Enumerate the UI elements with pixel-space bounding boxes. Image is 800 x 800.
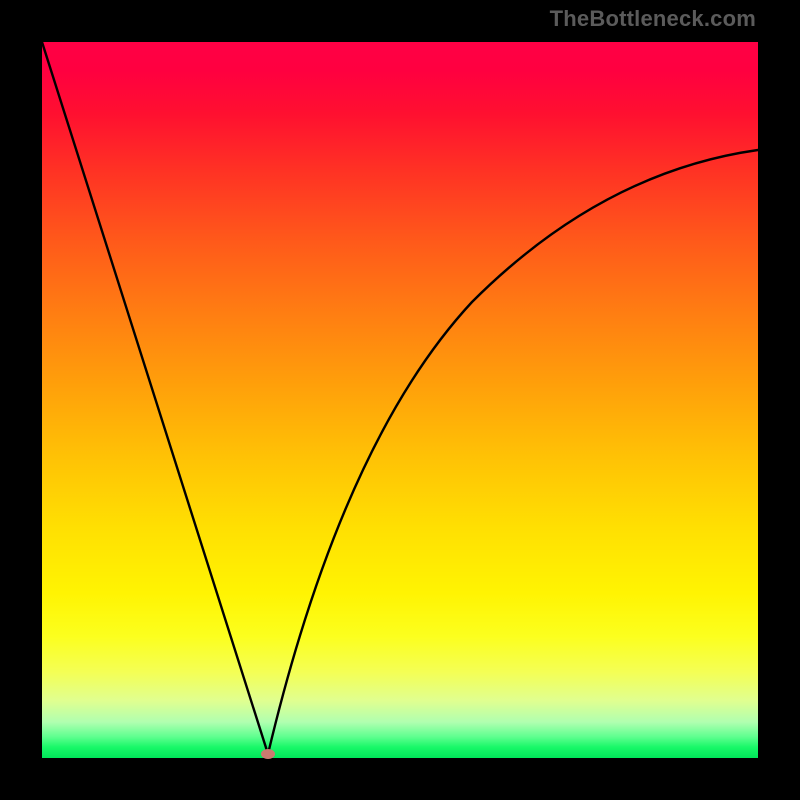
left-branch-path	[42, 42, 268, 754]
plot-area	[42, 42, 758, 758]
minimum-marker	[261, 749, 275, 759]
chart-frame: TheBottleneck.com	[0, 0, 800, 800]
right-branch-path	[268, 150, 758, 754]
bottleneck-curve	[42, 42, 758, 758]
watermark-text: TheBottleneck.com	[550, 6, 756, 32]
